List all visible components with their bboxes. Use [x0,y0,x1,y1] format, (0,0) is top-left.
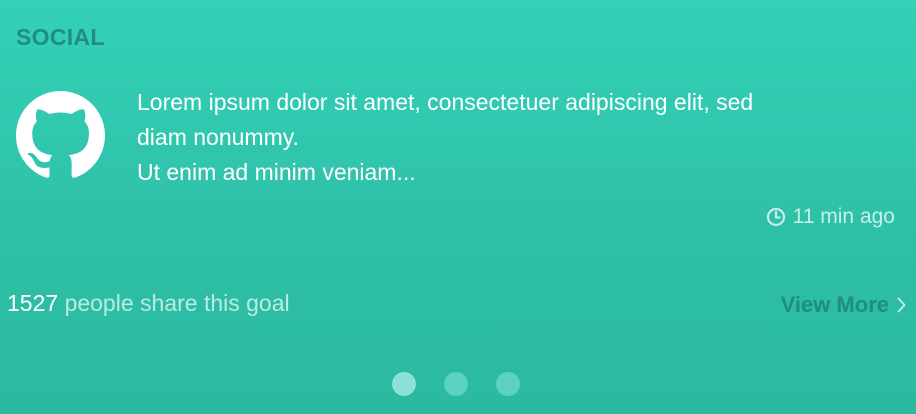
message-line: Ut enim ad minim veniam... [137,159,416,185]
message-line: diam nonummy. [137,124,299,150]
view-more-label: View More [780,292,889,317]
share-text: people share this goal [64,290,290,316]
chevron-right-icon [897,297,906,313]
view-more-link[interactable]: View More [781,291,906,319]
carousel-pager [392,372,520,396]
post-timestamp: 11 min ago [766,203,895,231]
post-message: Lorem ipsum dolor sit amet, consectetuer… [137,85,877,190]
clock-icon [766,207,786,227]
pager-dot[interactable] [392,372,416,396]
github-icon [16,91,105,180]
section-title: SOCIAL [16,24,105,50]
pager-dot[interactable] [496,372,520,396]
share-summary: 1527 people share this goal [7,288,290,318]
share-count: 1527 [7,290,59,316]
pager-dot[interactable] [444,372,468,396]
time-ago: 11 min ago [792,205,895,228]
message-line: Lorem ipsum dolor sit amet, consectetuer… [137,89,754,115]
